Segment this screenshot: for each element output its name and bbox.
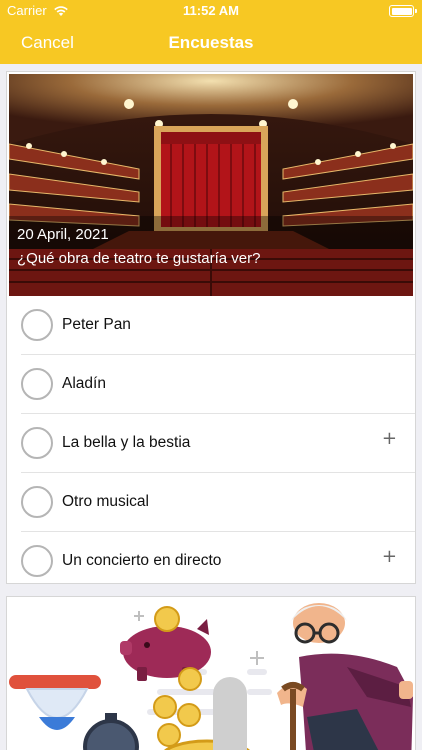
poll-option-la-bella-y-la-bestia[interactable]: La bella y la bestia + xyxy=(7,414,415,473)
option-label: Otro musical xyxy=(62,493,149,510)
poll-question: ¿Qué obra de teatro te gustaría ver? xyxy=(17,250,261,267)
battery-icon xyxy=(389,5,417,17)
poll-card: 20 April, 2021 ¿Qué obra de teatro te gu… xyxy=(6,71,416,584)
poll-option-concierto[interactable]: Un concierto en directo + xyxy=(7,532,415,591)
plus-icon[interactable]: + xyxy=(382,428,397,449)
next-poll-card[interactable] xyxy=(6,596,416,750)
page-title: Encuestas xyxy=(168,33,254,52)
savings-illustration xyxy=(9,603,413,750)
radio-circle-icon[interactable] xyxy=(21,309,53,341)
poll-hero-image: 20 April, 2021 ¿Qué obra de teatro te gu… xyxy=(9,74,413,296)
hourglass-icon xyxy=(9,675,101,730)
option-label: La bella y la bestia xyxy=(62,434,191,451)
poll-option-otro-musical[interactable]: Otro musical xyxy=(7,473,415,532)
status-bar: Carrier 11:52 AM xyxy=(0,0,422,22)
navigation-bar: Cancel Encuestas xyxy=(0,22,422,64)
poll-option-peter-pan[interactable]: Peter Pan xyxy=(7,296,415,355)
option-label: Peter Pan xyxy=(62,316,131,333)
clock: 11:52 AM xyxy=(183,3,239,18)
poll-date: 20 April, 2021 xyxy=(17,226,109,243)
stopwatch-icon xyxy=(83,713,139,750)
option-label: Un concierto en directo xyxy=(62,552,222,569)
radio-circle-icon[interactable] xyxy=(21,486,53,518)
poll-options: Peter Pan Aladín La bella y la bestia + … xyxy=(7,296,415,591)
poll-option-aladin[interactable]: Aladín xyxy=(7,355,415,414)
option-label: Aladín xyxy=(62,375,106,392)
app-header: Carrier 11:52 AM Cancel Encuestas xyxy=(0,0,422,64)
radio-circle-icon[interactable] xyxy=(21,427,53,459)
radio-circle-icon[interactable] xyxy=(21,368,53,400)
plus-icon[interactable]: + xyxy=(382,546,397,567)
radio-circle-icon[interactable] xyxy=(21,545,53,577)
